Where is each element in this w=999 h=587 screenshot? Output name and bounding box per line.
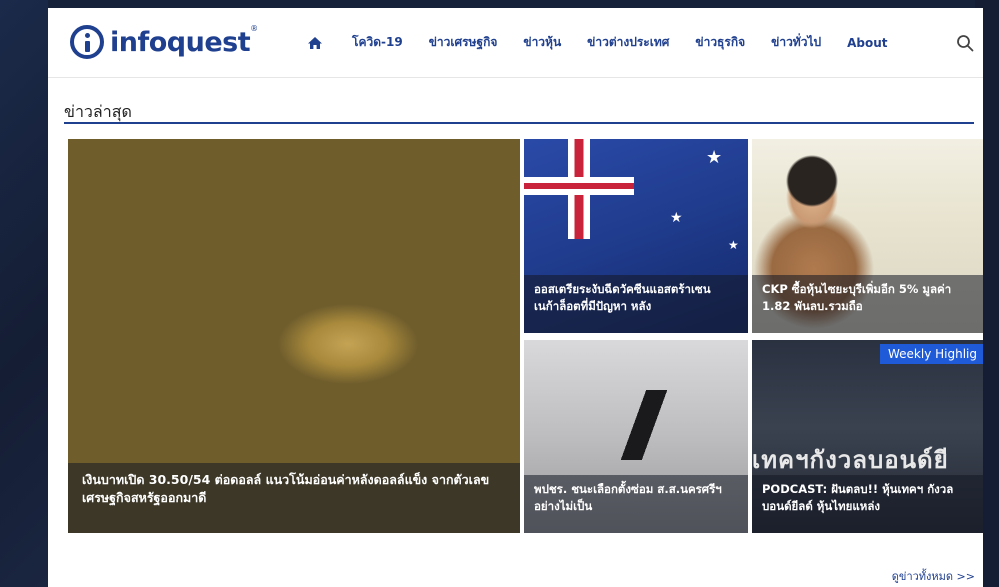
podcast-overlay-text: เทคฯกังวลบอนด์ยี bbox=[752, 446, 949, 474]
nav-item-business[interactable]: ข่าวธุรกิจ bbox=[695, 33, 745, 52]
nav-item-international[interactable]: ข่าวต่างประเทศ bbox=[587, 33, 669, 52]
home-icon[interactable] bbox=[305, 34, 325, 52]
page-background-left bbox=[0, 0, 48, 587]
star-icon: ★ bbox=[670, 210, 683, 226]
nav-item-general[interactable]: ข่าวทั่วไป bbox=[771, 33, 821, 52]
browser-viewport: infoquest ® โควิด-19 ข่าวเศรษฐกิจ ข่าวหุ… bbox=[48, 8, 983, 587]
star-icon: ★ bbox=[728, 238, 739, 252]
nav-item-stocks[interactable]: ข่าวหุ้น bbox=[523, 33, 561, 52]
star-icon: ★ bbox=[706, 147, 723, 168]
news-tile-bottom-right[interactable]: Weekly Highlig เทคฯกังวลบอนด์ยี PODCAST:… bbox=[752, 340, 983, 533]
site-header: infoquest ® โควิด-19 ข่าวเศรษฐกิจ ข่าวหุ… bbox=[48, 8, 983, 78]
news-headline-bottom-right[interactable]: PODCAST: ฝันตลบ!! หุ้นเทคฯ กังวลบอนด์ยีล… bbox=[752, 475, 983, 533]
news-tile-top-right[interactable]: CKP ซื้อหุ้นไซยะบุรีเพิ่มอีก 5% มูลค่า 1… bbox=[752, 139, 983, 333]
news-tile-top-middle[interactable]: ★ ★ ★ ออสเตรียระงับฉีดวัคซีนแอสตร้าเซนเน… bbox=[524, 139, 748, 333]
section-divider bbox=[64, 122, 974, 124]
registered-mark: ® bbox=[250, 24, 259, 33]
search-icon[interactable] bbox=[956, 34, 974, 52]
weekly-highlight-badge: Weekly Highlig bbox=[880, 344, 983, 364]
news-headline-main[interactable]: เงินบาทเปิด 30.50/54 ต่อดอลล์ แนวโน้มอ่อ… bbox=[68, 463, 520, 533]
news-headline-top-middle[interactable]: ออสเตรียระงับฉีดวัคซีนแอสตร้าเซนเนก้าล็อ… bbox=[524, 275, 748, 333]
news-headline-bottom-middle[interactable]: พปชร. ชนะเลือกตั้งซ่อม ส.ส.นครศรีฯ อย่าง… bbox=[524, 475, 748, 533]
news-headline-top-right[interactable]: CKP ซื้อหุ้นไซยะบุรีเพิ่มอีก 5% มูลค่า 1… bbox=[752, 275, 983, 333]
info-logo-icon bbox=[70, 25, 104, 59]
nav-item-economy[interactable]: ข่าวเศรษฐกิจ bbox=[429, 33, 498, 52]
nav-item-covid[interactable]: โควิด-19 bbox=[352, 33, 403, 52]
news-tile-main[interactable]: เงินบาทเปิด 30.50/54 ต่อดอลล์ แนวโน้มอ่อ… bbox=[68, 139, 520, 533]
site-logo[interactable]: infoquest ® bbox=[70, 22, 258, 62]
main-nav: โควิด-19 ข่าวเศรษฐกิจ ข่าวหุ้น ข่าวต่างป… bbox=[305, 33, 914, 52]
news-tile-bottom-middle[interactable]: พปชร. ชนะเลือกตั้งซ่อม ส.ส.นครศรีฯ อย่าง… bbox=[524, 340, 748, 533]
nav-item-about[interactable]: About bbox=[847, 36, 887, 50]
see-all-news-link[interactable]: ดูข่าวทั้งหมด >> bbox=[892, 567, 975, 585]
logo-text: infoquest bbox=[110, 26, 251, 58]
